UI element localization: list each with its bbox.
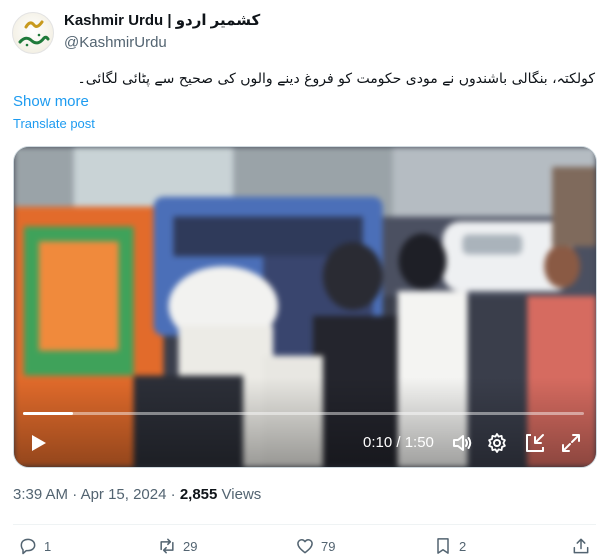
video-progress-bar[interactable] [23, 412, 584, 415]
author-handle[interactable]: @KashmirUrdu [64, 33, 167, 53]
share-icon [573, 538, 589, 554]
fullscreen-icon [562, 434, 580, 452]
logo-kashmir-mark [18, 33, 50, 47]
reply-icon [20, 538, 36, 555]
minimize-icon [526, 434, 544, 452]
author-display-name[interactable]: Kashmir Urdu | کشمیر اردو [64, 11, 260, 31]
bookmark-count: 2 [459, 538, 467, 554]
play-icon [32, 435, 46, 451]
like-icon [297, 539, 313, 554]
reply-button[interactable]: 1 [18, 536, 51, 556]
views-label: Views [221, 486, 262, 503]
play-button[interactable] [26, 431, 50, 455]
repost-icon [160, 538, 174, 554]
post-date[interactable]: Apr 15, 2024 [81, 486, 167, 503]
repost-button[interactable]: 29 [157, 536, 197, 556]
reply-count: 1 [44, 538, 52, 554]
translate-post-link[interactable]: Translate post [13, 116, 95, 132]
settings-button[interactable] [485, 431, 509, 455]
share-button[interactable] [571, 536, 591, 556]
settings-icon [488, 433, 506, 453]
video-progress-fill [23, 412, 74, 415]
logo-urdu-mark [24, 20, 44, 29]
bookmark-icon [437, 538, 449, 554]
minimize-button[interactable] [523, 431, 547, 455]
fullscreen-button[interactable] [559, 431, 583, 455]
meta-separator: · [170, 486, 176, 503]
author-name-row[interactable]: Kashmir Urdu | کشمیر اردو [64, 11, 260, 31]
post-meta: 3:39 AM · Apr 15, 2024 · 2,855 Views [13, 485, 261, 505]
video-time: 0:10 / 1:50 [363, 434, 434, 451]
volume-icon [453, 435, 472, 451]
post-text: کولکتہ، بنگالی باشندوں نے مودی حکومت کو … [77, 71, 595, 87]
action-bar: 1 29 79 2 [0, 534, 609, 557]
like-button[interactable]: 79 [295, 536, 335, 556]
avatar[interactable] [12, 12, 54, 54]
video-player[interactable]: 0:10 / 1:50 [13, 146, 597, 468]
repost-count: 29 [183, 538, 198, 554]
show-more-link[interactable]: Show more [13, 92, 89, 112]
bookmark-button[interactable]: 2 [433, 536, 466, 556]
actions-divider [13, 524, 596, 525]
volume-button[interactable] [450, 431, 474, 455]
like-count: 79 [321, 538, 336, 554]
post-time[interactable]: 3:39 AM [13, 486, 68, 503]
views-count: 2,855 [179, 486, 218, 503]
meta-separator: · [72, 486, 78, 503]
